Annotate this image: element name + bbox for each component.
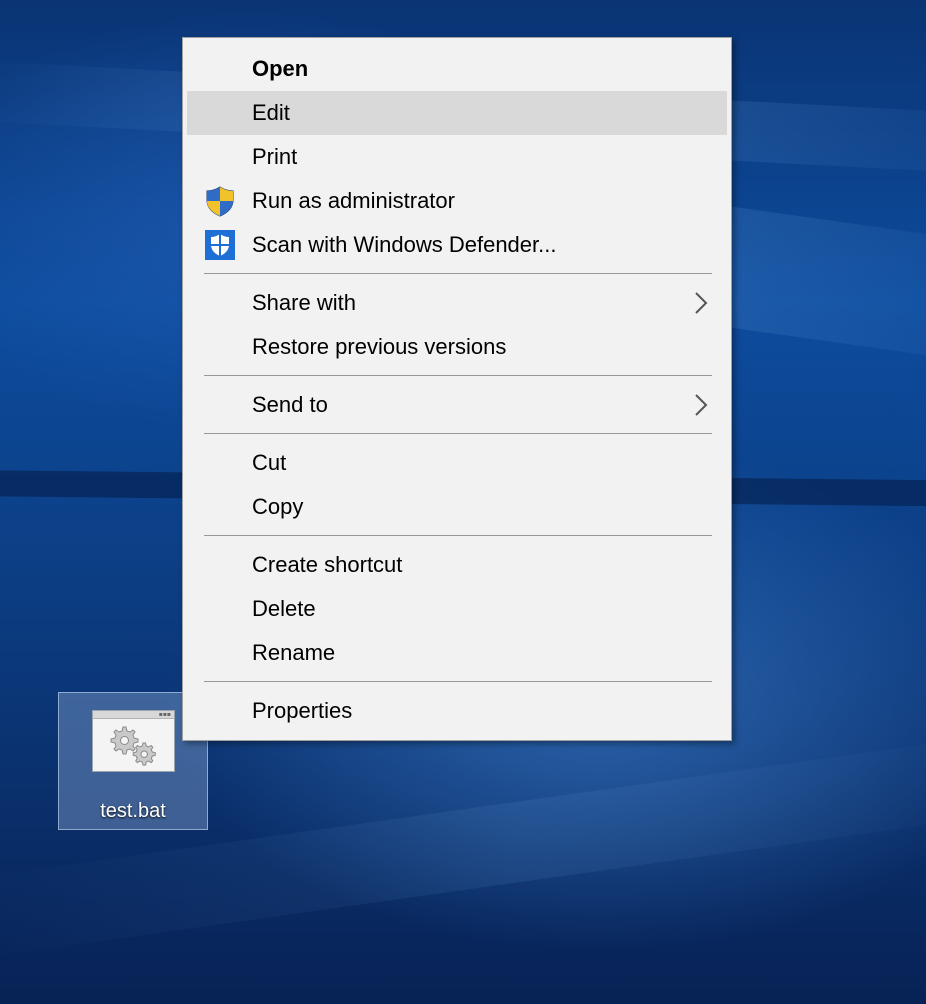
chevron-right-icon — [687, 392, 713, 418]
menu-item-scan-with-windows-defender[interactable]: Scan with Windows Defender... — [187, 223, 727, 267]
desktop-background: ▪▪▪ test.bat Open Edit Print Run as admi… — [0, 0, 926, 1004]
menu-item-label: Share with — [252, 290, 356, 315]
menu-item-label: Copy — [252, 494, 304, 519]
menu-separator — [204, 273, 712, 274]
chevron-right-icon — [687, 290, 713, 316]
menu-item-label: Print — [252, 144, 298, 169]
menu-item-print[interactable]: Print — [187, 135, 727, 179]
menu-separator — [204, 681, 712, 682]
menu-separator — [204, 375, 712, 376]
menu-item-run-as-administrator[interactable]: Run as administrator — [187, 179, 727, 223]
uac-shield-icon — [204, 185, 236, 217]
windows-defender-icon — [204, 229, 236, 261]
menu-item-restore-previous-versions[interactable]: Restore previous versions — [187, 325, 727, 369]
menu-item-label: Properties — [252, 698, 353, 723]
menu-item-label: Edit — [252, 100, 290, 125]
menu-item-rename[interactable]: Rename — [187, 631, 727, 675]
menu-item-label: Send to — [252, 392, 328, 417]
menu-item-label: Rename — [252, 640, 336, 665]
menu-item-share-with[interactable]: Share with — [187, 281, 727, 325]
menu-item-edit[interactable]: Edit — [187, 91, 727, 135]
menu-item-open[interactable]: Open — [187, 47, 727, 91]
batch-file-gears-icon: ▪▪▪ — [92, 710, 175, 772]
menu-separator — [204, 433, 712, 434]
menu-item-label: Create shortcut — [252, 552, 403, 577]
menu-item-create-shortcut[interactable]: Create shortcut — [187, 543, 727, 587]
desktop-icon-label: test.bat — [100, 800, 166, 822]
menu-item-label: Run as administrator — [252, 188, 455, 213]
menu-item-label: Restore previous versions — [252, 334, 507, 359]
menu-item-copy[interactable]: Copy — [187, 485, 727, 529]
menu-item-label: Scan with Windows Defender... — [252, 232, 557, 257]
menu-item-label: Delete — [252, 596, 316, 621]
menu-item-label: Cut — [252, 450, 287, 475]
context-menu: Open Edit Print Run as administrator Sca… — [182, 37, 732, 741]
menu-separator — [204, 535, 712, 536]
gears-icon — [110, 726, 156, 766]
menu-item-properties[interactable]: Properties — [187, 689, 727, 733]
menu-item-label: Open — [252, 56, 309, 81]
menu-item-cut[interactable]: Cut — [187, 441, 727, 485]
menu-item-delete[interactable]: Delete — [187, 587, 727, 631]
menu-item-send-to[interactable]: Send to — [187, 383, 727, 427]
